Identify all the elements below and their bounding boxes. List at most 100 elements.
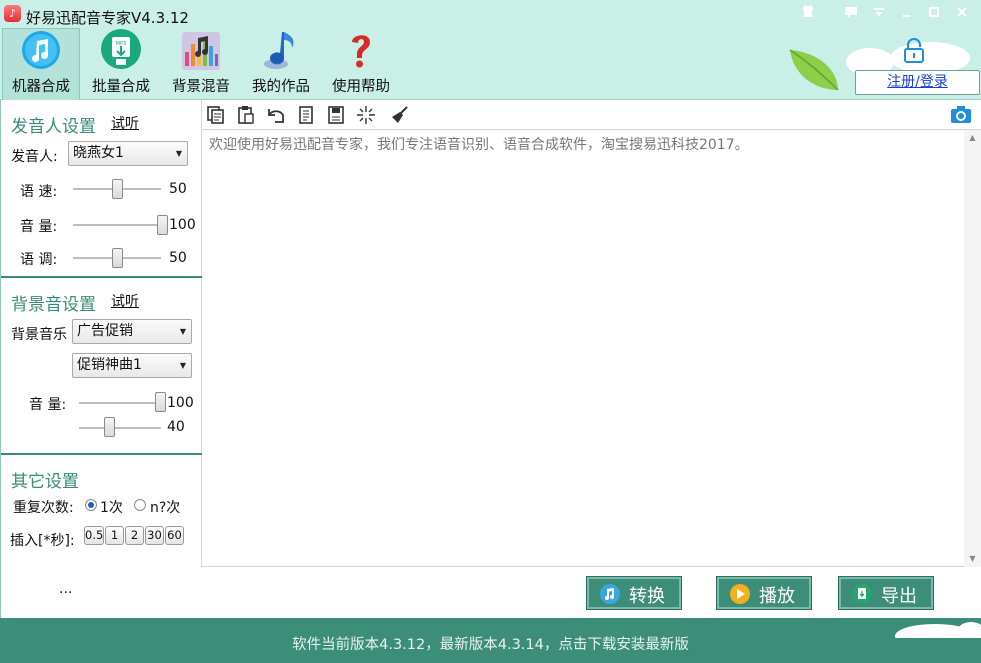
insert-pause-label: 插入[*秒]: [10,533,75,549]
bg-second-slider-track[interactable] [79,427,161,429]
tool-background-mix[interactable]: 背景混音 [162,28,240,100]
play-button[interactable]: 播放 [716,576,812,610]
mp3-download-icon: MP3 [98,28,144,74]
bg-volume-slider-track[interactable] [79,402,161,404]
export-button[interactable]: 导出 [838,576,934,610]
volume-slider-track[interactable] [73,224,161,226]
chevron-down-icon: ▼ [175,149,182,158]
bg-music-label: 背景音乐 [11,327,67,343]
top-header: ♪ 好易迅配音专家V4.3.12 机器合成 MP3 批量合成 背景混音 我的作品… [0,0,981,100]
volume-label: 音 量: [20,219,58,235]
play-label: 播放 [759,586,795,607]
convert-label: 转换 [629,586,665,607]
volume-slider-thumb[interactable] [157,215,168,235]
camera-icon[interactable] [950,104,971,124]
repeat-n-label: n?次 [150,500,181,516]
window-title: 好易迅配音专家V4.3.12 [26,9,189,27]
update-notice[interactable]: 软件当前版本4.3.12，最新版本4.3.14，点击下载安装最新版 [0,633,981,654]
maximize-icon[interactable] [923,4,945,24]
volume-value: 100 [169,217,196,233]
status-bar[interactable]: 软件当前版本4.3.12，最新版本4.3.14，点击下载安装最新版 [0,618,981,663]
bg-category-select[interactable]: 广告促销 ▼ [72,319,192,344]
scroll-down-icon[interactable]: ▼ [964,551,981,567]
login-register-button[interactable]: 注册/登录 [855,70,980,95]
bg-volume-value: 100 [167,395,194,411]
bg-second-value: 40 [167,419,185,435]
pitch-label: 语 调: [20,252,58,268]
speed-value: 50 [169,181,187,197]
undo-icon[interactable] [266,105,286,125]
pause-2-button[interactable]: 2 [125,526,144,545]
bg-track-value: 促销神曲1 [77,357,142,373]
pause-30-button[interactable]: 30 [145,526,164,545]
lock-icon [904,38,924,63]
paste-icon[interactable] [236,105,256,125]
speaker-select-value: 晓燕女1 [73,145,124,161]
pitch-value: 50 [169,250,187,266]
play-icon [730,584,750,604]
bg-volume-slider-thumb[interactable] [155,392,166,412]
scroll-up-icon[interactable]: ▲ [964,130,981,146]
message-icon[interactable] [840,4,862,24]
chevron-down-icon: ▼ [179,327,186,336]
tool-label: 使用帮助 [332,79,390,95]
section-divider [1,453,202,455]
editor-scrollbar[interactable]: ▲ ▼ [964,130,981,567]
tool-label: 我的作品 [252,79,310,95]
music-note-icon [600,584,620,604]
tool-help[interactable]: 使用帮助 [322,28,400,100]
broom-icon[interactable] [390,105,410,125]
bg-track-select[interactable]: 促销神曲1 ▼ [72,353,192,378]
repeat-n-radio[interactable] [134,499,146,511]
bg-preview-link[interactable]: 试听 [111,291,139,311]
copy-icon[interactable] [206,105,226,125]
music-note-icon [18,29,64,75]
bg-second-slider-thumb[interactable] [104,417,115,437]
export-label: 导出 [881,586,917,607]
action-bar: ... 转换 播放 导出 [0,567,981,618]
cloud-decoration [895,622,981,638]
equalizer-note-icon [178,28,224,74]
pause-1-button[interactable]: 1 [105,526,124,545]
bg-category-value: 广告促销 [77,323,133,339]
tool-label: 机器合成 [12,79,70,95]
tool-machine-synthesis[interactable]: 机器合成 [2,28,80,100]
editor-toolbar [202,100,981,130]
sparkle-icon[interactable] [356,105,376,125]
speaker-preview-link[interactable]: 试听 [111,113,139,133]
question-mark-icon [338,28,384,74]
tool-batch-synthesis[interactable]: MP3 批量合成 [82,28,160,100]
dropdown-icon[interactable] [868,4,890,24]
close-icon[interactable] [951,4,973,24]
tool-my-works[interactable]: 我的作品 [242,28,320,100]
app-logo-icon: ♪ [4,5,21,22]
tool-label: 背景混音 [172,79,230,95]
export-icon [852,584,872,604]
bg-settings-title: 背景音设置 [11,295,96,315]
shirt-icon[interactable] [797,4,819,24]
speed-label: 语 速: [20,184,58,200]
bg-volume-label: 音 量: [29,397,67,413]
blue-note-icon [258,28,304,74]
repeat-once-label: 1次 [100,500,123,516]
editor-text: 欢迎使用好易迅配音专家，我们专注语音识别、语音合成软件，淘宝搜易迅科技2017。 [209,137,749,153]
document-icon[interactable] [296,105,316,125]
speaker-label: 发音人: [11,149,58,165]
minimize-icon[interactable] [896,4,918,24]
status-ellipsis: ... [59,581,73,597]
section-divider [1,276,202,278]
speaker-settings-title: 发音人设置 [11,117,96,137]
other-settings-title: 其它设置 [11,472,79,492]
repeat-label: 重复次数: [13,500,74,516]
chevron-down-icon: ▼ [179,361,186,370]
pitch-slider-thumb[interactable] [112,248,123,268]
pause-60-button[interactable]: 60 [165,526,184,545]
speed-slider-thumb[interactable] [112,179,123,199]
text-editor[interactable]: 欢迎使用好易迅配音专家，我们专注语音识别、语音合成软件，淘宝搜易迅科技2017。… [202,130,981,567]
repeat-once-radio[interactable] [85,499,97,511]
pause-0.5-button[interactable]: 0.5 [84,526,104,545]
save-icon[interactable] [326,105,346,125]
tool-label: 批量合成 [92,79,150,95]
convert-button[interactable]: 转换 [586,576,682,610]
speaker-select[interactable]: 晓燕女1 ▼ [68,141,188,166]
